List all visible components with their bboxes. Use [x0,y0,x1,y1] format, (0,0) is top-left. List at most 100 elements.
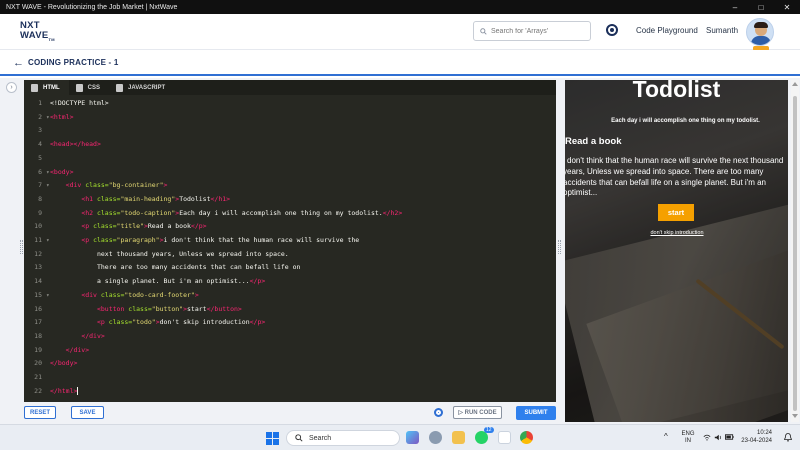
tab-html[interactable]: HTML [24,80,69,95]
split-resize-handle[interactable] [558,240,561,254]
search-box[interactable] [473,21,591,41]
left-resize-handle[interactable] [20,240,23,254]
language-code: ENG [681,431,695,437]
code-line[interactable]: 3 [24,124,556,138]
skip-introduction-link[interactable]: don't skip introduction [565,230,788,236]
code-line[interactable]: 9 <h2 class="todo-caption">Each day i wi… [24,207,556,221]
search-icon [295,434,303,442]
save-button[interactable]: SAVE [71,406,104,419]
line-number: 2 [38,112,42,121]
line-number: 8 [38,194,42,203]
line-number: 15 [34,290,42,299]
clock[interactable]: 10:24 23-04-2024 [738,429,772,445]
preview-scrollbar[interactable] [791,80,799,422]
code-line[interactable]: 15 ▾ <div class="todo-card-footer"> [24,289,556,303]
code-line[interactable]: 20 </body> [24,357,556,371]
code-line[interactable]: 8 <h1 class="main-heading">Todolist</h1> [24,193,556,207]
minimize-button[interactable]: – [722,0,748,14]
search-input[interactable] [491,27,581,35]
code-playground-link[interactable]: Code Playground [636,26,698,35]
code-line[interactable]: 4 <head></head> [24,138,556,152]
scroll-down-arrow[interactable] [792,414,798,418]
avatar[interactable] [746,18,774,46]
code-text: next thousand years, Unless we spread in… [96,249,289,258]
code-text: <html> [50,112,74,121]
top-navbar: NXT WAVETM Code Playground Sumanth [0,14,800,51]
avatar-hair [754,22,768,28]
code-line[interactable]: 14 a single planet. But i'm an optimist.… [24,275,556,289]
streak-icon[interactable] [606,24,618,36]
line-number: 3 [38,126,42,135]
chrome-icon[interactable] [520,431,533,444]
code-text: <p class="todo">don't skip introduction<… [96,318,266,327]
search-icon [480,27,487,35]
maximize-button[interactable]: □ [748,0,774,14]
preview-paragraph: i don't think that the human race will s… [565,156,784,198]
logo-tm: TM [48,36,55,42]
battery-icon[interactable] [725,434,734,440]
editor-tabs: HTML CSS JAVASCRIPT [24,80,556,95]
windows-taskbar: Search 12 ^ ENG IN 10:24 23-04-2024 [0,424,800,450]
tab-javascript[interactable]: JAVASCRIPT [109,80,174,95]
volume-icon[interactable] [714,434,722,441]
scroll-thumb[interactable] [793,96,797,411]
run-code-button[interactable]: ▷ RUN CODE [453,406,502,419]
nxtwave-app-icon[interactable] [498,431,511,444]
code-text: There are too many accidents that can be… [96,263,301,272]
gear-icon[interactable] [434,408,443,417]
code-line[interactable]: 7 ▾ <div class="bg-container"> [24,179,556,193]
code-text: <button class="button">start</button> [96,304,242,313]
output-preview: Todolist Each day i will accomplish one … [565,80,788,422]
user-name[interactable]: Sumanth [706,26,738,35]
clock-time: 10:24 [756,430,772,436]
window-title: NXT WAVE - Revolutionizing the Job Marke… [6,3,178,11]
code-line[interactable]: 16 <button class="button">start</button> [24,303,556,317]
code-text: <body> [50,167,74,176]
line-number: 21 [34,373,42,381]
tray-overflow-icon[interactable]: ^ [664,433,668,441]
code-line[interactable]: 12 next thousand years, Unless we spread… [24,248,556,262]
back-arrow-icon[interactable]: ← [13,57,24,69]
nxtwave-logo[interactable]: NXT WAVETM [20,21,64,45]
reset-button[interactable]: RESET [24,406,56,419]
scroll-up-arrow[interactable] [792,82,798,86]
code-text: <div class="todo-card-footer"> [81,290,199,299]
notification-bell-icon[interactable] [784,433,792,442]
code-line[interactable]: 6 ▾ <body> [24,166,556,180]
code-text: <h2 class="todo-caption">Each day i will… [81,208,403,217]
start-button[interactable]: start [658,204,694,221]
code-line[interactable]: 17 <p class="todo">don't skip introducti… [24,316,556,330]
code-line[interactable]: 2 ▾ <html> [24,111,556,125]
code-line[interactable]: 1 <!DOCTYPE html> [24,97,556,111]
expand-sidebar-button[interactable]: › [6,82,17,93]
windows-start-icon[interactable] [266,432,279,445]
code-text: <p class="title">Read a book</p> [81,222,207,231]
code-editor[interactable]: HTML CSS JAVASCRIPT 1 <!DOCTYPE html> 2 ▾ <h… [24,80,556,402]
line-number: 10 [34,222,42,231]
settings-icon[interactable] [429,431,442,444]
window-titlebar: NXT WAVE - Revolutionizing the Job Marke… [0,0,800,14]
line-number: 9 [38,208,42,217]
code-line[interactable]: 21 [24,371,556,385]
code-line[interactable]: 13 There are too many accidents that can… [24,261,556,275]
code-line[interactable]: 5 [24,152,556,166]
code-line[interactable]: 11 ▾ <p class="paragraph">i don't think t… [24,234,556,248]
line-number: 6 [38,167,42,176]
code-text: </div> [81,331,105,340]
wifi-icon[interactable] [703,434,711,441]
tab-css[interactable]: CSS [69,80,109,95]
code-line[interactable]: 22 </html> [24,385,556,399]
taskbar-search[interactable]: Search [286,430,400,446]
code-line[interactable]: 18 </div> [24,330,556,344]
code-line[interactable]: 10 <p class="title">Read a book</p> [24,220,556,234]
file-explorer-icon[interactable] [452,431,465,444]
code-text: <div class="bg-container"> [65,181,168,190]
page-title: CODING PRACTICE - 1 [28,58,119,67]
language-indicator[interactable]: ENG IN [680,431,696,445]
copilot-icon[interactable] [406,431,419,444]
code-line[interactable]: 19 </div> [24,344,556,358]
js-file-icon [116,83,124,92]
close-button[interactable]: ✕ [774,0,800,14]
clock-date: 23-04-2024 [741,438,772,444]
submit-button[interactable]: SUBMIT [516,406,556,420]
